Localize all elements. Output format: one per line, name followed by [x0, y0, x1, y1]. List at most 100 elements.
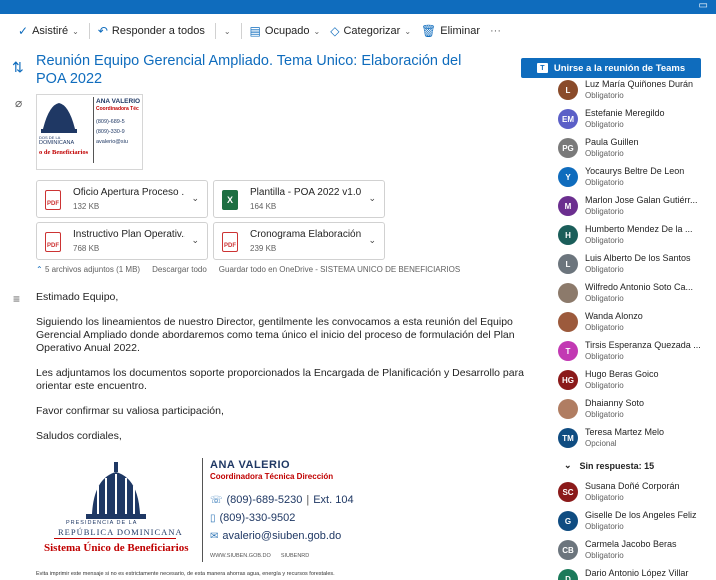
body-paragraph: Siguiendo los lineamientos de nuestro Di… [36, 316, 515, 354]
attendee-row[interactable]: EM Estefanie Meregildo Obligatorio [556, 107, 716, 135]
web-link[interactable]: WWW.SIUBEN.GOB.DO [210, 553, 271, 559]
avatar[interactable]: T [558, 341, 578, 361]
attachment-card[interactable]: X Plantilla - POA 2022 v1.0.... 164 KB ⌄ [213, 180, 385, 218]
divider [202, 458, 203, 562]
attendee-row[interactable]: L Luz María Quiñones Durán Obligatorio [556, 80, 716, 106]
divider [54, 538, 176, 539]
avatar[interactable]: D [558, 569, 578, 580]
attendee-name: Hugo Beras Goico [585, 369, 659, 379]
attendee-row[interactable]: Dhaianny Soto Obligatorio [556, 397, 716, 425]
avatar[interactable]: SC [558, 482, 578, 502]
attendee-status: Obligatorio [585, 410, 624, 419]
avatar[interactable]: EM [558, 109, 578, 129]
attachment-name: Plantilla - POA 2022 v1.0.... [250, 187, 362, 198]
attendee-row[interactable]: Y Yocaurys Beltre De Leon Obligatorio [556, 165, 716, 193]
phone2-text: (809)-330-9502 [219, 512, 296, 524]
closing: Saludos cordiales, [36, 430, 122, 442]
attachment-card[interactable]: PDF Instructivo Plan Operativ... 768 KB … [36, 222, 208, 260]
attachment-card[interactable]: PDF Oficio Apertura Proceso ... 132 KB ⌄ [36, 180, 208, 218]
chevron-down-icon[interactable]: ⌄ [191, 193, 199, 204]
more-button[interactable]: ··· [490, 25, 501, 37]
attachment-card[interactable]: PDF Cronograma Elaboración... 239 KB ⌄ [213, 222, 385, 260]
attendee-row[interactable]: L Luis Alberto De los Santos Obligatorio [556, 252, 716, 280]
attachment-name: Cronograma Elaboración... [250, 229, 362, 240]
attendee-name: Tirsis Esperanza Quezada ... [585, 340, 701, 350]
attendee-status: Opcional [585, 439, 617, 448]
attendee-row[interactable]: Wilfredo Antonio Soto Ca... Obligatorio [556, 281, 716, 309]
attendee-row[interactable]: M Marlon Jose Galan Gutiérr... Obligatorio [556, 194, 716, 222]
more-icon: ··· [490, 25, 502, 37]
attendee-row[interactable]: PG Paula Guillen Obligatorio [556, 136, 716, 164]
attend-button[interactable]: ✓ Asistiré ⌄ [18, 24, 79, 38]
greeting: Estimado Equipo, [36, 291, 119, 303]
signature-phone1: ☏ (809)-689-5230 | Ext. 104 [210, 494, 354, 506]
chevron-down-icon[interactable]: ⌄ [191, 235, 199, 246]
signature-links: WWW.SIUBEN.GOB.DO SIUBENRD [210, 553, 309, 559]
attachment-size: 132 KB [73, 202, 100, 211]
chevron-down-icon[interactable]: ⌄ [368, 235, 376, 246]
attendee-row[interactable]: H Humberto Mendez De la ... Obligatorio [556, 223, 716, 251]
avatar[interactable]: L [558, 254, 578, 274]
attendee-name: Wilfredo Antonio Soto Ca... [585, 282, 694, 292]
join-teams-label: Unirse a la reunión de Teams [553, 62, 686, 74]
avatar[interactable]: G [558, 511, 578, 531]
signature-phone2: ▯ (809)-330-9502 [210, 512, 295, 524]
avatar[interactable]: PG [558, 138, 578, 158]
attachment-name: Instructivo Plan Operativ... [73, 229, 185, 240]
attendee-row[interactable]: Wanda Alonzo Obligatorio [556, 310, 716, 338]
avatar[interactable] [558, 399, 578, 419]
email-icon: ✉ [210, 530, 219, 542]
avatar[interactable] [558, 312, 578, 332]
avatar[interactable]: M [558, 196, 578, 216]
attendee-status: Obligatorio [585, 551, 624, 560]
attendee-row[interactable]: DDario Antonio López VillarObligatorio [556, 567, 716, 580]
pdf-file-icon: PDF [45, 232, 61, 252]
attendee-row[interactable]: CB Carmela Jacobo Beras Obligatorio [556, 538, 716, 566]
email-text[interactable]: avalerio@siuben.gob.do [222, 530, 341, 542]
attendee-row[interactable]: SC Susana Doñé Corporán Obligatorio [556, 480, 716, 508]
attachment-name: Oficio Apertura Proceso ... [73, 187, 185, 198]
check-icon: ✓ [18, 24, 29, 38]
reply-all-button[interactable]: ↶ Responder a todos [98, 24, 205, 38]
signature-logo: PRESIDENCIA DE LA REPÚBLICA DOMINICANA S… [36, 456, 196, 566]
attendee-row[interactable]: HG Hugo Beras Goico Obligatorio [556, 368, 716, 396]
reply-dropdown[interactable]: ⌄ [224, 27, 231, 36]
attendee-row[interactable]: G Giselle De los Angeles Feliz Obligatorio [556, 509, 716, 537]
body-paragraph: Les adjuntamos los documentos soporte pr… [36, 367, 524, 392]
chevron-down-icon[interactable]: ⌄ [368, 193, 376, 204]
social-link[interactable]: SIUBENRD [281, 553, 309, 559]
divider [240, 23, 242, 39]
join-teams-button[interactable]: T Unirse a la reunión de Teams [521, 58, 701, 78]
save-onedrive-link[interactable]: Guardar todo en OneDrive - SISTEMA UNICO… [219, 265, 460, 274]
collapse-attachments[interactable]: ⌃ 5 archivos adjuntos (1 MB) [36, 265, 140, 274]
phone1-text: (809)-689-5230 [226, 494, 303, 506]
chevron-down-icon[interactable]: ⌄ [72, 27, 79, 36]
ext-text: Ext. 104 [313, 494, 354, 506]
attendee-status: Obligatorio [585, 120, 624, 129]
avatar[interactable] [558, 283, 578, 303]
signature-image-attachment[interactable]: ANA VALERIO Coordinadora Téc (809)-689-5… [36, 94, 143, 170]
avatar[interactable]: Y [558, 167, 578, 187]
window-icon[interactable]: ▭ [699, 0, 708, 12]
busy-button[interactable]: ▤ Ocupado ⌄ [250, 24, 321, 38]
avatar[interactable]: L [558, 80, 578, 100]
avatar[interactable]: HG [558, 370, 578, 390]
download-all-link[interactable]: Descargar todo [152, 265, 207, 274]
attendee-name: Carmela Jacobo Beras [585, 539, 677, 549]
signature-email: ✉ avalerio@siuben.gob.do [210, 530, 341, 542]
delete-button[interactable]: 🗑 Eliminar [421, 24, 480, 38]
chevron-down-icon: ⌄ [564, 460, 572, 470]
attendee-row[interactable]: TM Teresa Martez Melo Opcional [556, 426, 716, 454]
signature-role: Coordinadora Técnica Dirección [210, 472, 334, 481]
attendee-name: Paula Guillen [585, 137, 639, 147]
avatar[interactable]: CB [558, 540, 578, 560]
no-response-group[interactable]: ⌄ Sin respuesta: 15 [564, 460, 654, 471]
attendee-row[interactable]: T Tirsis Esperanza Quezada ... Obligatorio [556, 339, 716, 367]
avatar[interactable]: TM [558, 428, 578, 448]
categorize-button[interactable]: ◇ Categorizar ⌄ [330, 24, 411, 38]
chevron-down-icon: ⌄ [404, 26, 412, 36]
avatar[interactable]: H [558, 225, 578, 245]
attendee-status: Obligatorio [585, 265, 624, 274]
attendee-status: Obligatorio [585, 352, 624, 361]
pdf-file-icon: PDF [222, 232, 238, 252]
